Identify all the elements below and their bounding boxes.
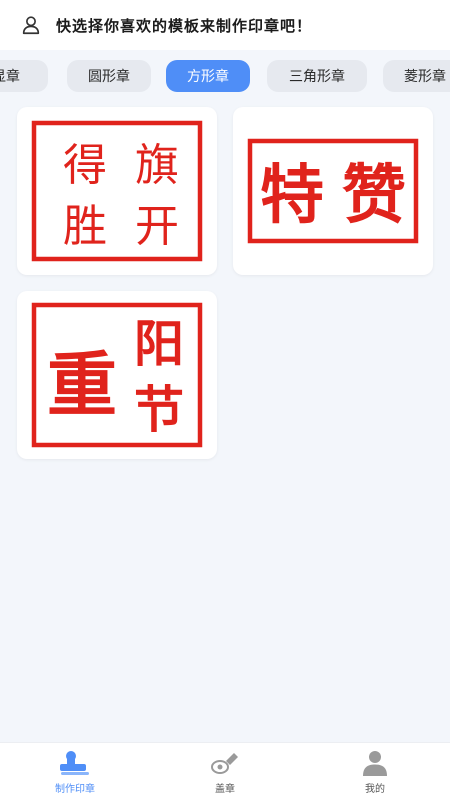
profile-icon (363, 751, 387, 776)
shape-tabs: 显章 圆形章 方形章 三角形章 菱形章 (0, 56, 450, 96)
seal-char: 开 (135, 201, 179, 252)
seal-char: 阳 (134, 314, 184, 373)
tab-round[interactable]: 圆形章 (67, 60, 151, 92)
bottom-nav: 制作印章 盖章 我的 (0, 742, 450, 800)
seal-square-3char: 重 阳 节 (31, 302, 203, 448)
tab-square[interactable]: 方形章 (166, 60, 250, 92)
seal-char: 节 (134, 380, 184, 439)
user-icon[interactable] (20, 14, 42, 36)
seal-char: 重 (47, 343, 117, 426)
nav-label: 制作印章 (55, 784, 95, 795)
tab-triangle[interactable]: 三角形章 (267, 60, 367, 92)
stamp-icon (211, 753, 238, 774)
seal-maker-icon (60, 751, 89, 775)
seal-char: 特 (260, 159, 324, 233)
template-card-1[interactable]: 得 旗 胜 开 (17, 107, 217, 275)
tab-diamond[interactable]: 菱形章 (383, 60, 450, 92)
nav-label: 盖章 (215, 784, 235, 795)
tab-partial[interactable]: 显章 (0, 60, 48, 92)
nav-profile[interactable]: 我的 (320, 749, 430, 797)
template-card-3[interactable]: 重 阳 节 (17, 291, 217, 459)
header: 快选择你喜欢的模板来制作印章吧！ (0, 0, 450, 50)
seal-char: 赞 (342, 159, 406, 233)
nav-label: 我的 (365, 784, 385, 795)
template-card-2[interactable]: 特 赞 (233, 107, 433, 275)
nav-stamp[interactable]: 盖章 (170, 749, 280, 797)
seal-square-4char: 得 旗 胜 开 (31, 120, 203, 262)
seal-char: 旗 (135, 140, 179, 191)
nav-make-seal[interactable]: 制作印章 (20, 749, 130, 797)
seal-char: 胜 (63, 201, 107, 252)
seal-rect-2char: 特 赞 (247, 138, 419, 244)
seal-char: 得 (63, 140, 107, 191)
page-title: 快选择你喜欢的模板来制作印章吧！ (56, 16, 313, 35)
